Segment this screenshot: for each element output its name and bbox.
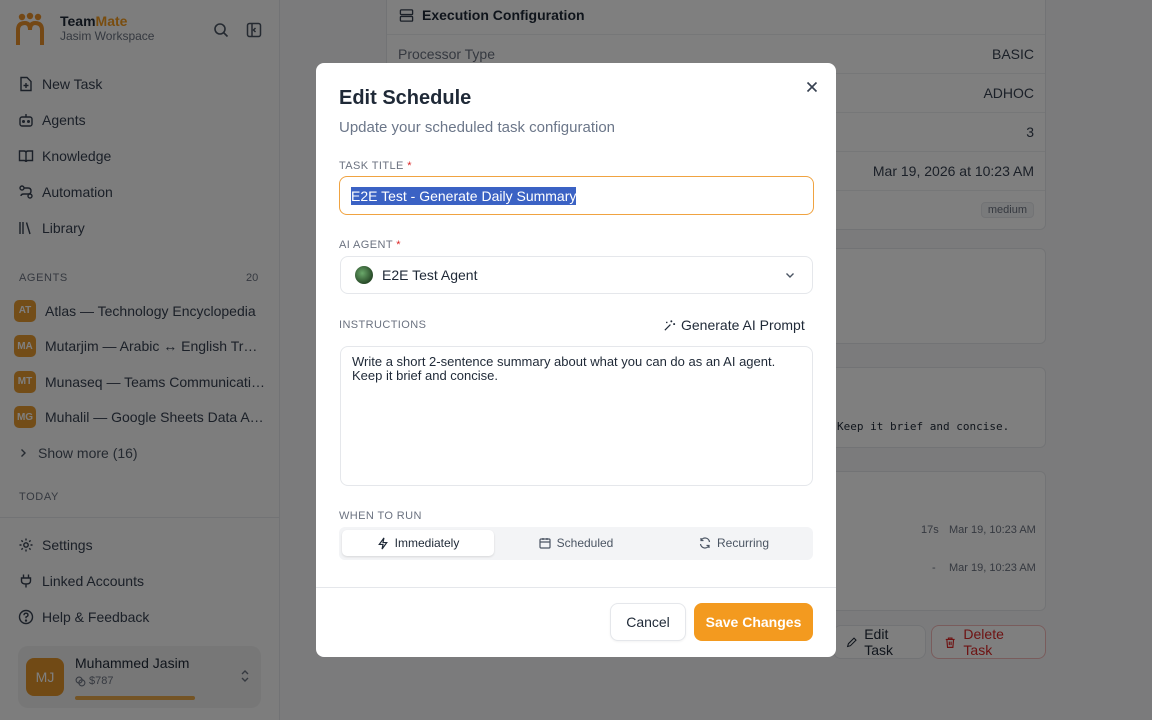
agent-avatar-icon xyxy=(355,266,373,284)
edit-schedule-dialog: Edit Schedule Update your scheduled task… xyxy=(316,63,836,657)
option-immediately[interactable]: Immediately xyxy=(342,530,494,556)
task-title-label: TASK TITLE * xyxy=(339,160,412,172)
sparkles-icon xyxy=(664,319,676,331)
cancel-button[interactable]: Cancel xyxy=(610,603,686,641)
generate-ai-prompt-button[interactable]: Generate AI Prompt xyxy=(663,317,805,333)
task-title-input[interactable]: E2E Test - Generate Daily Summary xyxy=(339,176,814,215)
when-to-run-toggle: Immediately Scheduled Recurring xyxy=(339,527,813,560)
dialog-title: Edit Schedule xyxy=(339,87,472,109)
refresh-icon xyxy=(699,537,711,549)
agent-label: AI AGENT * xyxy=(339,239,401,251)
task-title-value: E2E Test - Generate Daily Summary xyxy=(351,186,577,205)
dialog-footer-divider xyxy=(316,587,836,588)
when-to-run-label: WHEN TO RUN xyxy=(339,510,422,522)
agent-select-value: E2E Test Agent xyxy=(382,267,478,283)
calendar-icon xyxy=(539,538,551,549)
option-recurring[interactable]: Recurring xyxy=(658,530,810,556)
instructions-textarea[interactable]: Write a short 2-sentence summary about w… xyxy=(340,346,813,486)
option-scheduled[interactable]: Scheduled xyxy=(500,530,652,556)
chevron-down-icon xyxy=(786,273,794,278)
instructions-label: INSTRUCTIONS xyxy=(339,319,427,331)
save-changes-button[interactable]: Save Changes xyxy=(694,603,813,641)
agent-select[interactable]: E2E Test Agent xyxy=(340,256,813,294)
dialog-description: Update your scheduled task configuration xyxy=(339,119,616,136)
lightning-icon xyxy=(377,537,388,549)
close-icon[interactable] xyxy=(804,79,820,95)
